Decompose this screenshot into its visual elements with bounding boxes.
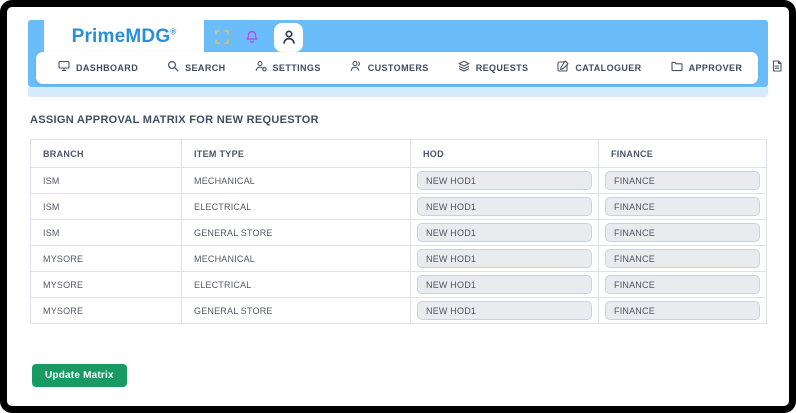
update-matrix-button[interactable]: Update Matrix (32, 364, 127, 387)
fullscreen-icon[interactable] (214, 29, 230, 45)
branch-cell: ISM (31, 194, 182, 220)
hod-input[interactable] (417, 249, 592, 268)
nav-item-cataloguer[interactable]: CATALOGUER (557, 59, 641, 77)
branch-cell: ISM (31, 220, 182, 246)
table-row: ISM ELECTRICAL (31, 194, 767, 220)
branch-cell: MYSORE (31, 272, 182, 298)
edit-icon (557, 59, 569, 77)
finance-input[interactable] (605, 223, 760, 242)
folder-icon (671, 59, 683, 77)
nav-item-reports[interactable]: REPORTS (771, 59, 796, 77)
branch-cell: MYSORE (31, 246, 182, 272)
registered-mark: ® (170, 28, 176, 37)
layers-icon (458, 59, 470, 77)
hod-input[interactable] (417, 171, 592, 190)
main-navbar: DASHBOARD SEARCH SETTINGS (36, 52, 758, 84)
notifications-bell-icon[interactable] (244, 29, 260, 45)
approval-matrix-table: BRANCH ITEM TYPE HOD FINANCE ISM MECHANI… (30, 139, 767, 324)
table-row: ISM GENERAL STORE (31, 220, 767, 246)
hod-input[interactable] (417, 275, 592, 294)
nav-item-settings[interactable]: SETTINGS (255, 59, 321, 77)
finance-input[interactable] (605, 275, 760, 294)
table-row: MYSORE MECHANICAL (31, 246, 767, 272)
user-profile-icon[interactable] (274, 23, 303, 52)
nav-label: APPROVER (689, 63, 743, 73)
file-icon (771, 59, 783, 77)
finance-input[interactable] (605, 197, 760, 216)
nav-item-requests[interactable]: REQUESTS (458, 59, 529, 77)
nav-label: REPORTS (789, 63, 796, 73)
column-header-hod: HOD (411, 140, 599, 168)
nav-label: SEARCH (185, 63, 225, 73)
item-type-cell: GENERAL STORE (182, 220, 411, 246)
item-type-cell: ELECTRICAL (182, 194, 411, 220)
nav-label: DASHBOARD (76, 63, 138, 73)
brand-logo: PrimeMDG® (44, 20, 204, 54)
nav-item-approver[interactable]: APPROVER (671, 59, 743, 77)
user-gear-icon (255, 59, 267, 77)
monitor-icon (58, 59, 70, 77)
branch-cell: MYSORE (31, 298, 182, 324)
nav-item-search[interactable]: SEARCH (167, 59, 225, 77)
nav-item-customers[interactable]: CUSTOMERS (350, 59, 429, 77)
finance-input[interactable] (605, 171, 760, 190)
branch-cell: ISM (31, 168, 182, 194)
column-header-branch: BRANCH (31, 140, 182, 168)
table-header-row: BRANCH ITEM TYPE HOD FINANCE (31, 140, 767, 168)
nav-label: CATALOGUER (575, 63, 641, 73)
nav-label: CUSTOMERS (368, 63, 429, 73)
main-content: ASSIGN APPROVAL MATRIX FOR NEW REQUESTOR… (7, 97, 789, 387)
column-header-item-type: ITEM TYPE (182, 140, 411, 168)
header-actions (214, 20, 303, 54)
finance-input[interactable] (605, 301, 760, 320)
item-type-cell: GENERAL STORE (182, 298, 411, 324)
finance-input[interactable] (605, 249, 760, 268)
nav-label: SETTINGS (273, 63, 321, 73)
banner-fade-strip (28, 87, 768, 97)
item-type-cell: MECHANICAL (182, 246, 411, 272)
item-type-cell: ELECTRICAL (182, 272, 411, 298)
table-row: MYSORE GENERAL STORE (31, 298, 767, 324)
table-row: MYSORE ELECTRICAL (31, 272, 767, 298)
nav-label: REQUESTS (476, 63, 529, 73)
column-header-finance: FINANCE (599, 140, 767, 168)
hod-input[interactable] (417, 301, 592, 320)
nav-item-dashboard[interactable]: DASHBOARD (58, 59, 138, 77)
brand-name: PrimeMDG® (72, 26, 177, 48)
search-icon (167, 59, 179, 77)
users-icon (350, 59, 362, 77)
item-type-cell: MECHANICAL (182, 168, 411, 194)
page-title: ASSIGN APPROVAL MATRIX FOR NEW REQUESTOR (30, 114, 789, 126)
top-banner: PrimeMDG® (28, 20, 768, 87)
hod-input[interactable] (417, 223, 592, 242)
table-row: ISM MECHANICAL (31, 168, 767, 194)
app-window: PrimeMDG® (0, 0, 796, 413)
hod-input[interactable] (417, 197, 592, 216)
